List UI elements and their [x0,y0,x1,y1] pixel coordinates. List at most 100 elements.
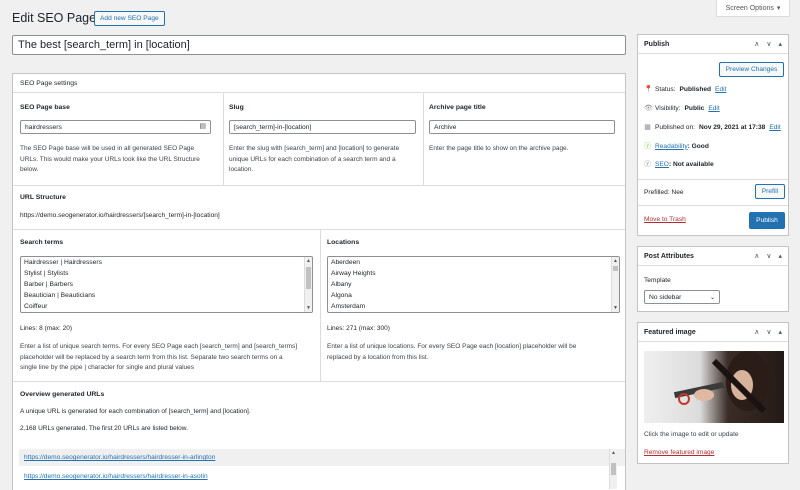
post-title-input[interactable]: The best [search_term] in [location] [12,35,626,55]
collapse-icon[interactable]: ▴ [778,328,782,336]
post-attributes-header: Post Attributes ∧ ∨ ▴ [638,247,788,266]
prefill-button[interactable]: Prefill [755,184,785,199]
list-item: Hairdresser | Hairdressers [24,259,102,266]
slug-input[interactable]: [search_term]-in-[location] [229,120,416,134]
scroll-down-icon[interactable]: ▼ [613,305,618,311]
seo-page-base-input[interactable]: hairdressers ▤ [20,120,211,134]
status-row: 📍 Status: Published Edit [644,85,726,94]
page-title: Edit SEO Page [12,11,97,25]
add-new-seo-page-button[interactable]: Add new SEO Page [94,11,165,26]
help-line: single line by the pipe | character for … [20,364,195,371]
move-down-icon[interactable]: ∨ [766,252,771,260]
locations-count: Lines: 271 (max: 300) [327,325,390,332]
seo-value: : Not available [668,160,714,168]
seo-link[interactable]: SEO [655,161,669,168]
status-label: Status: [655,85,676,93]
scroll-thumb[interactable] [611,463,616,475]
featured-image-hint: Click the image to edit or update [644,431,739,438]
seo-page-base-label: SEO Page base [20,104,70,111]
search-terms-help: Enter a list of unique search terms. For… [20,342,318,374]
scroll-thumb[interactable] [613,266,618,271]
help-line: unique URLs for each combination of a se… [229,155,396,163]
post-attributes-box: Post Attributes ∧ ∨ ▴ Template No sideba… [637,246,789,312]
generated-url-link[interactable]: https://demo.seogenerator.io/hairdresser… [24,454,215,461]
list-item: Barber | Barbers [24,281,73,288]
help-line: The SEO Page base will be used in all ge… [20,145,195,152]
slug-label: Slug [229,104,244,111]
locations-label: Locations [327,239,360,246]
status-value: Published [679,85,712,93]
seo-page-base-help: The SEO Page base will be used in all ge… [20,144,220,176]
scroll-up-icon[interactable]: ▲ [613,258,618,264]
help-line: Enter a list of unique search terms. For… [20,343,298,350]
published-value: Nov 29, 2021 at 17:38 [698,123,766,131]
list-item: Coiffeur [24,303,48,310]
post-attributes-title: Post Attributes [644,252,694,260]
scrollbar[interactable]: ▲ ▼ [611,257,619,312]
search-terms-count: Lines: 8 (max: 20) [20,325,73,332]
help-line: placeholder will be replaced by a search… [20,353,283,361]
panel-heading: SEO Page settings [13,74,625,93]
overview-generated-count: 2.168 URLs generated. The first 20 URLs … [20,425,188,432]
calendar-icon: ▦ [644,124,651,131]
move-up-icon[interactable]: ∧ [754,40,759,48]
screen-options-button[interactable]: Screen Options ▾ [716,0,790,17]
publish-button[interactable]: Publish [749,212,785,229]
scrollbar[interactable]: ▲ ▼ [304,257,312,312]
visibility-label: Visibility: [655,104,681,112]
help-line: Enter the page title to show on the arch… [429,145,569,152]
seo-page-settings-panel: SEO Page settings SEO Page base hairdres… [12,73,626,490]
help-line: URLs. This would make your URLs look lik… [20,155,200,163]
overview-label: Overview generated URLs [20,391,105,398]
preview-changes-button[interactable]: Preview Changes [719,62,784,77]
screen-options-label: Screen Options [725,4,774,12]
generated-url-link[interactable]: https://demo.seogenerator.io/hairdresser… [24,473,208,480]
scroll-down-icon[interactable]: ▼ [306,305,311,311]
search-terms-textarea[interactable]: Hairdresser | Hairdressers Stylist | Sty… [20,256,313,313]
help-line: Enter the slug with [search_term] and [l… [229,145,400,152]
scroll-thumb[interactable] [306,267,311,289]
help-line: below. [20,166,39,173]
remove-featured-image-link[interactable]: Remove featured image [644,449,714,456]
featured-image-thumbnail[interactable] [644,351,784,423]
locations-textarea[interactable]: Aberdeen Airway Heights Albany Algona Am… [327,256,620,313]
url-list-item[interactable]: https://demo.seogenerator.io/hairdresser… [19,468,625,485]
help-line: Enter a list of unique locations. For ev… [327,343,577,350]
list-item: Amsterdam [331,303,366,310]
list-item: Albany [331,281,352,288]
prefilled-status: Prefilled: Nee [644,189,684,196]
field-list-icon: ▤ [199,123,206,130]
move-up-icon[interactable]: ∧ [754,328,759,336]
box-controls: ∧ ∨ ▴ [754,40,782,48]
seo-row: ⓨ SEO : Not available [644,159,714,169]
edit-status-link[interactable]: Edit [715,86,726,93]
divider [423,93,424,185]
scroll-up-icon[interactable]: ▲ [611,450,616,456]
edit-visibility-link[interactable]: Edit [708,105,719,112]
readability-link[interactable]: Readability [655,143,688,150]
divider [638,205,788,206]
url-list-item[interactable]: https://demo.seogenerator.io/hairdresser… [19,449,625,466]
divider [13,381,625,382]
edit-date-link[interactable]: Edit [769,124,780,131]
published-label: Published on: [655,123,695,131]
collapse-icon[interactable]: ▴ [778,252,782,260]
readability-row: ⓨ Readability : Good [644,141,709,151]
url-structure-label: URL Structure [20,194,66,201]
url-structure-value: https://demo.seogenerator.io/hairdresser… [20,212,220,219]
featured-image-header: Featured image ∧ ∨ ▴ [638,323,788,342]
collapse-icon[interactable]: ▴ [778,40,782,48]
scroll-up-icon[interactable]: ▲ [306,258,311,264]
move-down-icon[interactable]: ∨ [766,40,771,48]
move-up-icon[interactable]: ∧ [754,252,759,260]
list-item: Beautician | Beauticians [24,292,96,299]
divider [638,179,788,180]
overview-description: A unique URL is generated for each combi… [20,408,251,415]
archive-title-input[interactable]: Archive [429,120,615,134]
move-to-trash-link[interactable]: Move to Trash [644,216,686,223]
pin-icon: 📍 [644,86,653,93]
move-down-icon[interactable]: ∨ [766,328,771,336]
template-select[interactable]: No sidebar ⌄ [644,290,720,304]
url-list-scrollbar[interactable]: ▲ [609,449,617,489]
published-row: ▦ Published on: Nov 29, 2021 at 17:38 Ed… [644,123,781,132]
